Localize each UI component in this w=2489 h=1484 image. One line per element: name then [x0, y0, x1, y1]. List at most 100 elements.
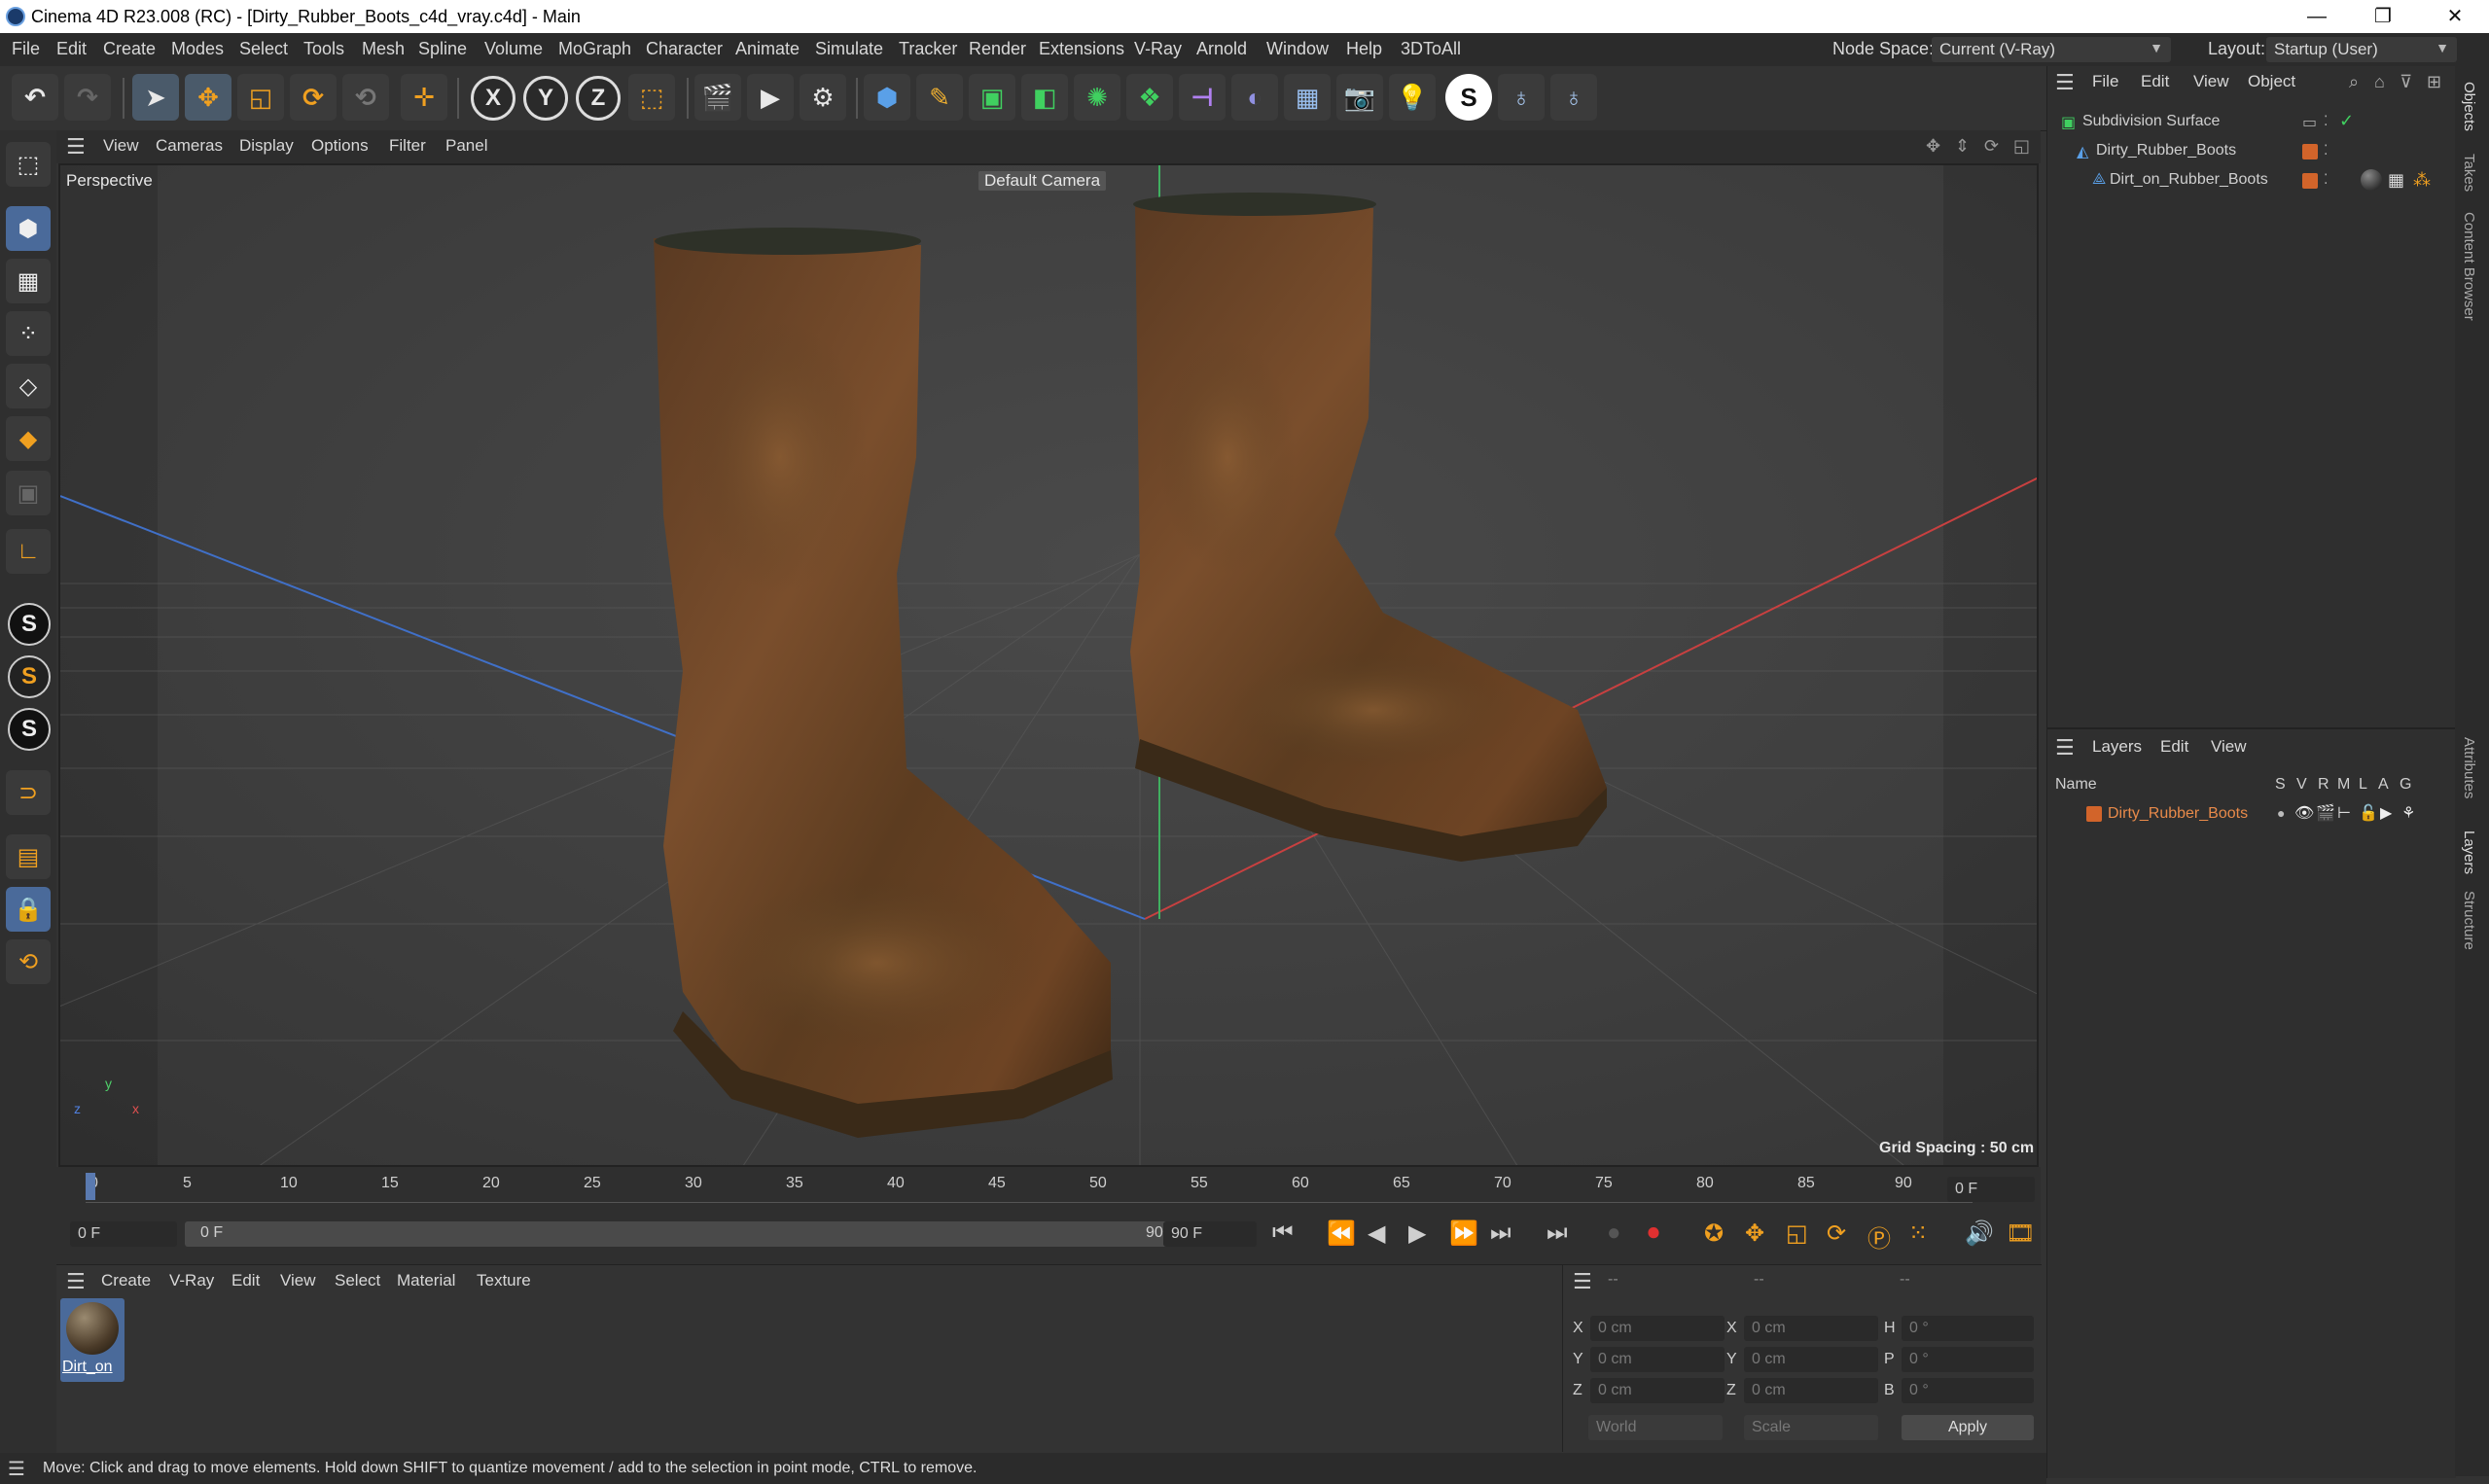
- menu-extensions[interactable]: Extensions: [1039, 39, 1124, 59]
- menu-file[interactable]: File: [12, 39, 40, 59]
- start-frame-field[interactable]: 0 F: [70, 1221, 177, 1247]
- rotation-p-field[interactable]: 0 °: [1902, 1347, 2034, 1372]
- visibility-dots-icon[interactable]: ⁚: [2324, 171, 2328, 188]
- workplane-icon[interactable]: ▤: [6, 834, 51, 879]
- model-mode-icon[interactable]: ⬢: [6, 206, 51, 251]
- position-x-field[interactable]: 0 cm: [1590, 1316, 1725, 1341]
- material-menu-create[interactable]: Create: [101, 1271, 151, 1290]
- menu-window[interactable]: Window: [1266, 39, 1329, 59]
- new-window-icon[interactable]: ⊞: [2427, 72, 2441, 92]
- menu-render[interactable]: Render: [969, 39, 1026, 59]
- search-icon[interactable]: ⌕: [2349, 72, 2359, 92]
- floor-icon[interactable]: ▦: [1284, 74, 1331, 121]
- workplane-lock-icon[interactable]: 🔒: [6, 887, 51, 932]
- visibility-dots-icon[interactable]: ⁚: [2324, 142, 2328, 159]
- light-icon[interactable]: 💡: [1389, 74, 1436, 121]
- lock-icon[interactable]: 🔓: [2359, 803, 2378, 823]
- eye-icon[interactable]: 👁: [2294, 803, 2314, 823]
- next-frame-icon[interactable]: ⏩: [1449, 1219, 1478, 1248]
- viewport-menu-options[interactable]: Options: [311, 136, 369, 156]
- viewport-menu-panel[interactable]: Panel: [445, 136, 487, 156]
- object-menu-view[interactable]: View: [2193, 72, 2229, 91]
- edges-mode-icon[interactable]: ◇: [6, 364, 51, 408]
- generator-icon[interactable]: ⚘: [2401, 803, 2415, 823]
- python-script-icon[interactable]: ♁: [1550, 74, 1597, 121]
- vray-tag-icon[interactable]: ⁂: [2413, 170, 2431, 191]
- viewport-maximize-icon[interactable]: ◱: [2013, 136, 2030, 157]
- menu-mograph[interactable]: MoGraph: [558, 39, 631, 59]
- material-tag-icon[interactable]: [2361, 169, 2382, 191]
- viewport-menu-filter[interactable]: Filter: [389, 136, 426, 156]
- material-menu-vray[interactable]: V-Ray: [169, 1271, 214, 1290]
- snap-icon[interactable]: S: [8, 603, 51, 646]
- vray-icon[interactable]: S: [1445, 74, 1492, 121]
- minimize-button[interactable]: —: [2288, 2, 2346, 31]
- material-menu-select[interactable]: Select: [335, 1271, 380, 1290]
- viewport-menu-display[interactable]: Display: [239, 136, 294, 156]
- close-button[interactable]: ✕: [2426, 2, 2484, 31]
- menu-modes[interactable]: Modes: [171, 39, 224, 59]
- play-icon[interactable]: ▶: [1408, 1219, 1426, 1248]
- object-menu-object[interactable]: Object: [2248, 72, 2295, 91]
- timeline-film-icon[interactable]: 🎞: [2006, 1219, 2035, 1248]
- go-to-end-icon[interactable]: ⏭: [1547, 1219, 1568, 1247]
- key-parameter-icon[interactable]: Ⓟ: [1867, 1219, 1891, 1254]
- camera-name-label[interactable]: Default Camera: [978, 171, 1107, 191]
- magnet-icon[interactable]: ⊃: [6, 770, 51, 815]
- hamburger-icon[interactable]: ☰: [2055, 70, 2075, 95]
- material-menu-view[interactable]: View: [280, 1271, 316, 1290]
- layer-color-swatch[interactable]: [2302, 144, 2318, 159]
- menu-arnold[interactable]: Arnold: [1196, 39, 1247, 59]
- menu-character[interactable]: Character: [646, 39, 723, 59]
- pen-icon[interactable]: ✎: [916, 74, 963, 121]
- playhead[interactable]: [86, 1173, 95, 1200]
- manager-icon[interactable]: ⊢: [2337, 803, 2351, 823]
- uv-mode-icon[interactable]: ▣: [6, 471, 51, 515]
- timeline-sound-icon[interactable]: 🔊: [1965, 1219, 1994, 1248]
- menu-simulate[interactable]: Simulate: [815, 39, 883, 59]
- cube-icon[interactable]: ⬢: [864, 74, 910, 121]
- select-tool-icon[interactable]: ➤: [132, 74, 179, 121]
- layer-color-swatch[interactable]: [2302, 173, 2318, 189]
- render-view-icon[interactable]: ▶: [747, 74, 794, 121]
- material-menu-texture[interactable]: Texture: [477, 1271, 531, 1290]
- rotate-tool-icon[interactable]: ⟳: [290, 74, 337, 121]
- end-frame-field[interactable]: 90 F: [1163, 1221, 1257, 1247]
- hamburger-icon[interactable]: ☰: [8, 1457, 25, 1481]
- render-settings-icon[interactable]: ⚙: [800, 74, 846, 121]
- viewport-move-icon[interactable]: ✥: [1926, 136, 1940, 157]
- object-row[interactable]: ⟁ Dirt_on_Rubber_Boots ⁚ ▦ ⁂: [2047, 167, 2456, 194]
- rotation-b-field[interactable]: 0 °: [1902, 1378, 2034, 1403]
- auto-key-icon[interactable]: ⏺: [1648, 1219, 1659, 1247]
- undo-icon[interactable]: ↶: [12, 74, 58, 121]
- key-rotation-icon[interactable]: ⟳: [1827, 1219, 1846, 1248]
- x-axis-lock-icon[interactable]: X: [471, 76, 516, 121]
- mograph-icon[interactable]: ❖: [1126, 74, 1173, 121]
- layer-color-swatch[interactable]: [2086, 806, 2102, 822]
- record-icon[interactable]: ●: [1607, 1219, 1621, 1247]
- vray-s-icon[interactable]: S: [8, 708, 51, 751]
- z-axis-lock-icon[interactable]: Z: [576, 76, 621, 121]
- material-menu-material[interactable]: Material: [397, 1271, 455, 1290]
- menu-edit[interactable]: Edit: [56, 39, 87, 59]
- coordinate-mode-dropdown[interactable]: World: [1588, 1415, 1723, 1440]
- make-editable-icon[interactable]: ⬚: [6, 142, 51, 187]
- position-y-field[interactable]: 0 cm: [1590, 1347, 1725, 1372]
- object-row[interactable]: ◭ Dirty_Rubber_Boots ⁚: [2047, 138, 2456, 165]
- render-icon[interactable]: 🎬: [2316, 803, 2335, 823]
- menu-spline[interactable]: Spline: [418, 39, 467, 59]
- prev-key-icon[interactable]: ⏪: [1327, 1219, 1356, 1248]
- enabled-check-icon[interactable]: ✓: [2339, 111, 2354, 131]
- 3d-viewport[interactable]: Perspective Default Camera Grid Spacing …: [58, 163, 2039, 1167]
- view-name-label[interactable]: Perspective: [66, 171, 153, 191]
- menu-select[interactable]: Select: [239, 39, 288, 59]
- coordinate-system-icon[interactable]: ⬚: [628, 74, 675, 121]
- menu-vray[interactable]: V-Ray: [1134, 39, 1182, 59]
- material-swatch[interactable]: Dirt_on: [60, 1298, 124, 1382]
- hamburger-icon[interactable]: ☰: [66, 1269, 86, 1294]
- menu-tracker[interactable]: Tracker: [899, 39, 957, 59]
- redo-icon[interactable]: ↷: [64, 74, 111, 121]
- vray-snap-icon[interactable]: S: [8, 655, 51, 698]
- apply-button[interactable]: Apply: [1902, 1415, 2034, 1440]
- tab-attributes[interactable]: Attributes: [2461, 737, 2477, 798]
